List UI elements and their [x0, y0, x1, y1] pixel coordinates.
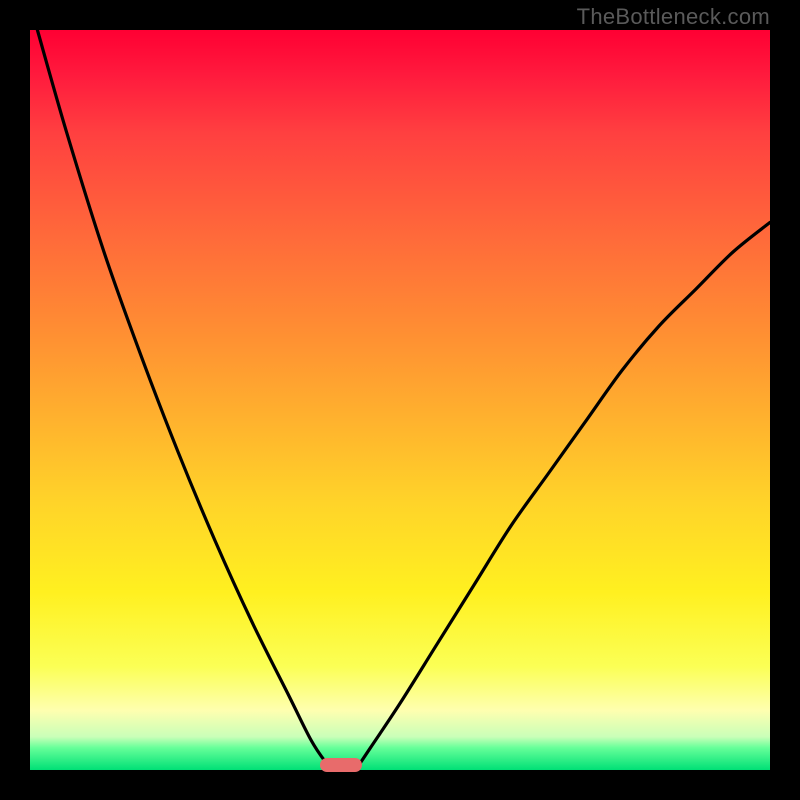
curve-overlay [0, 0, 800, 800]
right-curve [356, 222, 770, 770]
left-curve [37, 30, 333, 770]
chart-frame: TheBottleneck.com [0, 0, 800, 800]
optimal-marker [320, 758, 362, 772]
